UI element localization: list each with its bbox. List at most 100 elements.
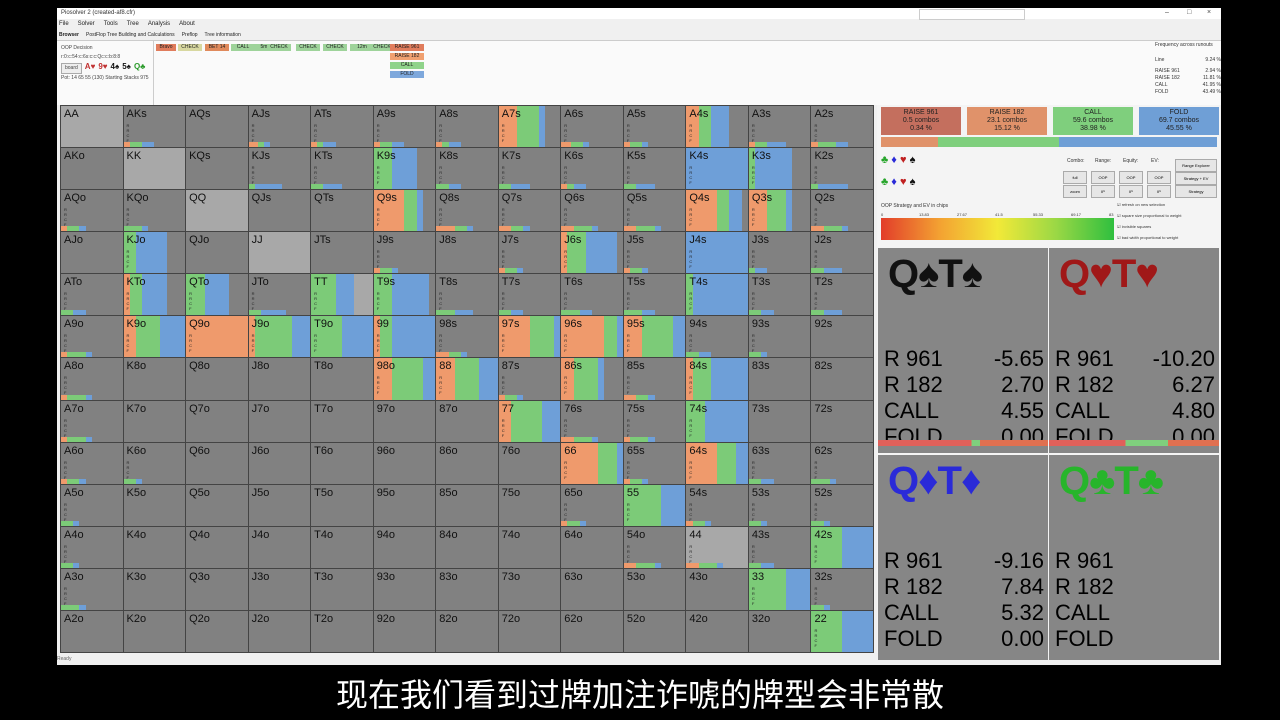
hand-cell[interactable]: Q5o — [186, 484, 248, 526]
range-ip-button[interactable]: IP — [1091, 185, 1115, 198]
hand-cell[interactable]: R R C F JTo — [248, 274, 311, 316]
hand-cell[interactable]: R R C F 84s — [686, 358, 748, 400]
hand-cell[interactable]: Q7o — [186, 400, 248, 442]
hand-cell[interactable]: R R C F 65s — [623, 442, 686, 484]
hand-cell[interactable]: R R C F 53s — [748, 484, 811, 526]
hand-cell[interactable]: R R C F A4s — [686, 106, 748, 148]
hand-cell[interactable]: R R C F A5o — [61, 484, 123, 526]
option-checkbox[interactable]: ☑ bad width proportional to weight — [1117, 235, 1178, 240]
next-action-3[interactable]: FOLD — [390, 71, 424, 78]
hand-cell[interactable]: R R C F K5s — [623, 148, 686, 190]
hand-cell[interactable]: R R C F 64s — [686, 442, 748, 484]
hand-cell[interactable]: T5o — [311, 484, 373, 526]
hand-cell[interactable]: R R C F AQo — [61, 190, 123, 232]
strategy-ev-button[interactable]: Strategy + EV — [1175, 172, 1217, 185]
range-explorer-button[interactable]: Range Explorer — [1175, 159, 1217, 172]
hand-cell[interactable]: R R C F J2s — [811, 232, 873, 274]
hand-cell[interactable]: 53o — [623, 568, 686, 610]
tab-1[interactable]: PostFlop Tree Building and Calculations — [86, 32, 175, 38]
hand-cell[interactable]: R R C F A5s — [623, 106, 686, 148]
hand-cell[interactable]: KK — [123, 148, 186, 190]
hand-cell[interactable]: R R C F 77 — [498, 400, 561, 442]
option-checkbox[interactable]: ☑ invisible squares — [1117, 224, 1151, 229]
tab-2[interactable]: Preflop — [182, 32, 198, 38]
hand-cell[interactable]: K3o — [123, 568, 186, 610]
hand-cell[interactable]: R R C F 55 — [623, 484, 686, 526]
hand-cell[interactable]: AA — [61, 106, 123, 148]
hand-cell[interactable]: Q4o — [186, 526, 248, 568]
hand-cell[interactable]: R R C F AKs — [123, 106, 186, 148]
hand-cell[interactable]: 76o — [498, 442, 561, 484]
hand-cell[interactable]: Q6o — [186, 442, 248, 484]
hand-cell[interactable]: R R C F A4o — [61, 526, 123, 568]
hand-cell[interactable]: 82s — [811, 358, 873, 400]
hand-cell[interactable]: R R C F J6s — [561, 232, 623, 274]
hand-cell[interactable]: K8o — [123, 358, 186, 400]
action-7[interactable]: CHECK — [323, 44, 347, 51]
hand-cell[interactable]: R R C F K2s — [811, 148, 873, 190]
hand-cell[interactable]: R R C F Q7s — [498, 190, 561, 232]
hand-cell[interactable]: R R C F KTo — [123, 274, 186, 316]
option-checkbox[interactable]: ☑ square size proportional to weight — [1117, 213, 1182, 218]
hand-cell[interactable]: R R C F 32s — [811, 568, 873, 610]
hand-cell[interactable]: AKo — [61, 148, 123, 190]
hand-cell[interactable]: AJo — [61, 232, 123, 274]
hand-cell[interactable]: R R C F 65o — [561, 484, 623, 526]
hand-cell[interactable]: R R C F K7s — [498, 148, 561, 190]
hand-cell[interactable]: 96o — [373, 442, 436, 484]
hand-cell[interactable]: 84o — [436, 526, 498, 568]
hand-cell[interactable]: R R C F K6o — [123, 442, 186, 484]
hand-cell[interactable]: K2o — [123, 610, 186, 652]
next-action-2[interactable]: CALL — [390, 62, 424, 69]
hand-cell[interactable]: R R C F A7o — [61, 400, 123, 442]
hand-cell[interactable]: R R C F 43s — [748, 526, 811, 568]
hand-cell[interactable]: QTs — [311, 190, 373, 232]
suit-filter-row-1[interactable]: ♣ ♦ ♥ ♠ — [881, 154, 915, 166]
hand-cell[interactable]: 73s — [748, 400, 811, 442]
hand-cell[interactable]: Q8o — [186, 358, 248, 400]
hand-cell[interactable]: R R C F A9o — [61, 316, 123, 358]
hand-cell[interactable]: 93o — [373, 568, 436, 610]
hand-cell[interactable]: AQs — [186, 106, 248, 148]
hand-cell[interactable]: 75o — [498, 484, 561, 526]
hand-cell[interactable]: R R C F KJo — [123, 232, 186, 274]
next-action-1[interactable]: RAISE 182 — [390, 53, 424, 60]
hand-cell[interactable]: KQs — [186, 148, 248, 190]
hand-cell[interactable]: R R C F T7s — [498, 274, 561, 316]
hand-cell[interactable]: T4o — [311, 526, 373, 568]
hand-cell[interactable]: R R C F 98o — [373, 358, 436, 400]
hand-cell[interactable]: R R C F J3s — [748, 232, 811, 274]
hand-cell[interactable]: 43o — [686, 568, 748, 610]
hand-cell[interactable]: JTs — [311, 232, 373, 274]
action-6[interactable]: CHECK — [296, 44, 320, 51]
menu-solver[interactable]: Solver — [78, 21, 95, 27]
hand-cell[interactable]: R R C F K3s — [748, 148, 811, 190]
hand-cell[interactable]: R R C F 94s — [686, 316, 748, 358]
hand-cell[interactable]: R R C F KQo — [123, 190, 186, 232]
action-0[interactable]: Bravo — [156, 44, 176, 51]
hand-cell[interactable]: R R C F 96s — [561, 316, 623, 358]
hand-cell[interactable]: JJ — [248, 232, 311, 274]
hand-cell[interactable]: 32o — [748, 610, 811, 652]
minimize-button[interactable]: – — [1165, 9, 1169, 16]
hand-cell[interactable]: R R C F 95s — [623, 316, 686, 358]
hand-cell[interactable]: R R C F K4s — [686, 148, 748, 190]
full-button[interactable]: full — [1063, 171, 1087, 184]
hand-cell[interactable]: R R C F AJs — [248, 106, 311, 148]
hand-cell[interactable]: Q3o — [186, 568, 248, 610]
zoom-button[interactable]: zoom — [1063, 185, 1087, 198]
hand-cell[interactable]: 92s — [811, 316, 873, 358]
hand-cell[interactable]: R R C F 44 — [686, 526, 748, 568]
range-oop-button[interactable]: OOP — [1091, 171, 1115, 184]
hand-cell[interactable]: 52o — [623, 610, 686, 652]
suit-filter-row-2[interactable]: ♣ ♦ ♥ ♠ — [881, 176, 915, 188]
action-2[interactable]: BET 14 — [205, 44, 229, 51]
hand-cell[interactable]: K7o — [123, 400, 186, 442]
hand-cell[interactable]: 72o — [498, 610, 561, 652]
hand-cell[interactable]: R R C F QTo — [186, 274, 248, 316]
hand-cell[interactable]: J5o — [248, 484, 311, 526]
hand-cell[interactable]: R R C F 42s — [811, 526, 873, 568]
hand-cell[interactable]: R R C F T2s — [811, 274, 873, 316]
hand-cell[interactable]: R R C F 98s — [436, 316, 498, 358]
hand-cell[interactable]: R R C F Q4s — [686, 190, 748, 232]
